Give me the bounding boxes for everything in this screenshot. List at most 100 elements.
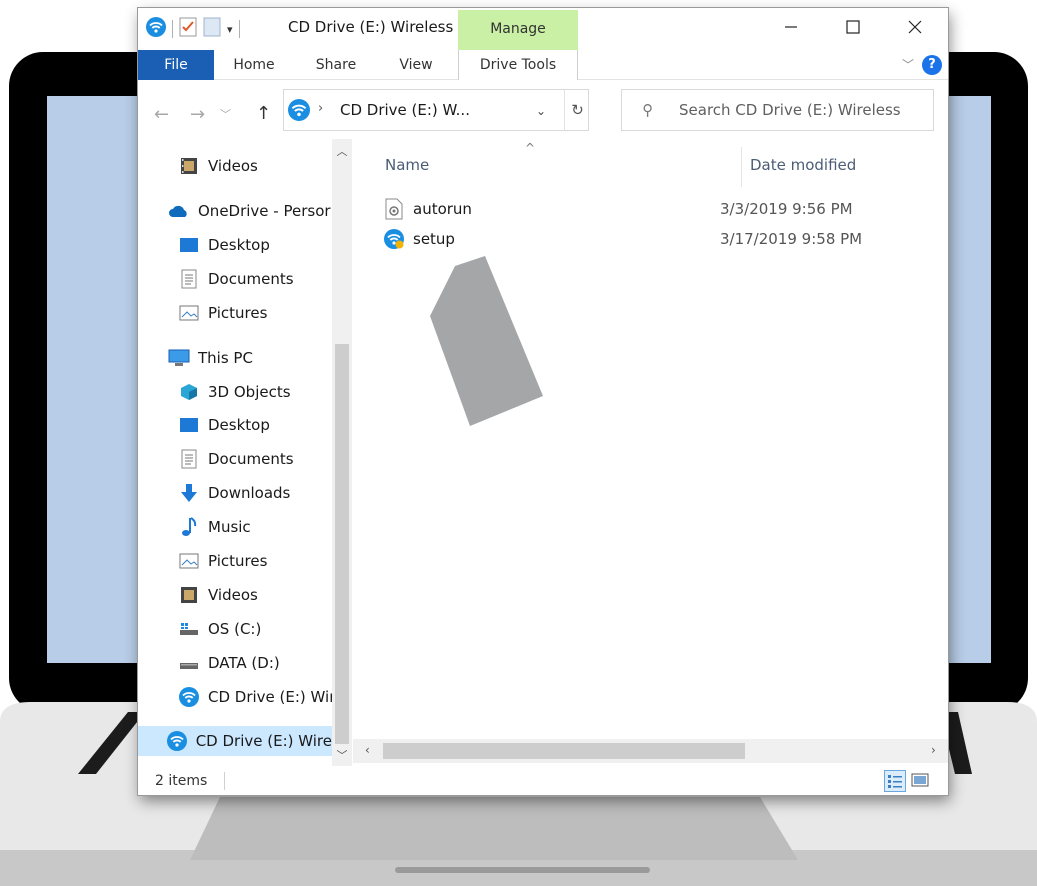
toolbar-divider xyxy=(172,20,173,38)
recent-locations-icon[interactable]: ﹀ xyxy=(220,106,231,122)
nav-item-label: Documents xyxy=(208,450,294,468)
maximize-button[interactable] xyxy=(830,8,876,46)
nav-item-3d-objects[interactable]: 3D Objects xyxy=(178,377,291,407)
nav-item-documents[interactable]: Documents xyxy=(178,444,294,474)
desktop-icon xyxy=(178,415,200,435)
file-name: autorun xyxy=(413,200,472,218)
large-icons-view-button[interactable] xyxy=(910,770,932,792)
nav-item-label: Downloads xyxy=(208,484,291,502)
nav-item-desktop[interactable]: Desktop xyxy=(178,410,270,440)
music-icon xyxy=(178,517,200,537)
refresh-icon[interactable]: ↻ xyxy=(564,90,590,130)
nav-item-onedrive[interactable]: OneDrive - Persor xyxy=(168,196,331,226)
sort-ascending-icon: ^ xyxy=(525,141,536,155)
help-icon[interactable]: ? xyxy=(922,55,942,75)
tab-manage[interactable]: Manage xyxy=(458,10,578,50)
videos-icon xyxy=(178,585,200,605)
close-icon xyxy=(908,20,922,34)
close-button[interactable] xyxy=(892,8,938,46)
nav-item-pictures[interactable]: Pictures xyxy=(178,298,267,328)
column-header-name[interactable]: Name xyxy=(385,156,429,174)
onedrive-icon xyxy=(168,201,190,221)
maximize-icon xyxy=(846,20,860,34)
wireless-cd-icon xyxy=(288,99,310,125)
file-row-autorun[interactable]: autorun 3/3/2019 9:56 PM xyxy=(383,195,943,223)
pictures-icon xyxy=(178,551,200,571)
file-date-modified: 3/3/2019 9:56 PM xyxy=(720,200,853,218)
cursor-pointer-icon xyxy=(430,256,543,426)
pictures-icon xyxy=(178,303,200,323)
scroll-right-icon[interactable]: › xyxy=(931,743,936,757)
nav-item-label: Desktop xyxy=(208,416,270,434)
nav-item-label: Videos xyxy=(208,586,258,604)
breadcrumb-chevron-icon[interactable]: › xyxy=(318,101,323,116)
nav-item-os-c[interactable]: OS (C:) xyxy=(178,614,261,644)
nav-item-cd-drive-e-selected[interactable]: CD Drive (E:) Wire xyxy=(138,726,332,756)
nav-item-label: CD Drive (E:) Wire xyxy=(195,732,332,750)
large-icons-view-icon xyxy=(911,773,929,787)
customize-toolbar-icon[interactable]: ▾ xyxy=(227,23,233,36)
nav-item-pictures[interactable]: Pictures xyxy=(178,546,267,576)
file-date-modified: 3/17/2019 9:58 PM xyxy=(720,230,863,248)
nav-item-label: Music xyxy=(208,518,251,536)
properties-icon[interactable] xyxy=(179,17,197,41)
scrollbar-thumb[interactable] xyxy=(383,743,745,759)
manage-tab-label: Manage xyxy=(490,21,546,37)
back-arrow-icon[interactable]: ← xyxy=(154,104,169,125)
file-name: setup xyxy=(413,230,455,248)
nav-item-downloads[interactable]: Downloads xyxy=(178,478,290,508)
scrollbar-thumb[interactable] xyxy=(335,344,349,744)
file-list-scrollbar[interactable]: ‹ › xyxy=(353,739,948,763)
up-arrow-icon[interactable]: ↑ xyxy=(256,103,271,124)
nav-item-label: OS (C:) xyxy=(208,620,262,638)
explorer-window: ▾ CD Drive (E:) Wireless Manage File Hom… xyxy=(138,8,948,795)
column-divider[interactable] xyxy=(741,147,742,187)
data-drive-icon xyxy=(178,653,200,673)
nav-item-desktop[interactable]: Desktop xyxy=(178,230,270,260)
nav-item-label: DATA (D:) xyxy=(208,654,280,672)
nav-item-cd-drive-e[interactable]: CD Drive (E:) Wir xyxy=(178,682,335,712)
nav-item-label: Desktop xyxy=(208,236,270,254)
file-list: ^ Name Date modified autorun 3/3/2019 9:… xyxy=(353,139,948,739)
toolbar-divider xyxy=(238,20,240,38)
scroll-down-icon[interactable]: ﹀ xyxy=(332,747,352,763)
item-count: 2 items xyxy=(155,773,208,789)
nav-item-label: CD Drive (E:) Wir xyxy=(208,688,336,706)
title-bar: ▾ CD Drive (E:) Wireless Manage xyxy=(138,8,948,50)
autorun-file-icon xyxy=(383,198,405,220)
address-bar[interactable]: › CD Drive (E:) W... ⌄ ↻ xyxy=(283,89,589,131)
tab-view[interactable]: View xyxy=(384,50,448,80)
nav-item-this-pc[interactable]: This PC xyxy=(168,343,253,373)
forward-arrow-icon[interactable]: → xyxy=(190,104,205,125)
nav-item-videos[interactable]: Videos xyxy=(178,151,258,181)
details-view-button[interactable] xyxy=(884,770,906,792)
quick-access-toolbar: ▾ xyxy=(146,16,240,42)
nav-item-videos[interactable]: Videos xyxy=(178,580,258,610)
nav-item-documents[interactable]: Documents xyxy=(178,264,294,294)
os-drive-icon xyxy=(178,619,200,639)
expand-ribbon-icon[interactable]: ﹀ xyxy=(902,56,914,73)
window-title: CD Drive (E:) Wireless xyxy=(288,18,454,36)
3d-objects-icon xyxy=(178,382,200,402)
minimize-button[interactable] xyxy=(768,8,814,46)
minimize-icon xyxy=(785,26,797,28)
nav-pane-scrollbar[interactable]: ︿ ﹀ xyxy=(332,139,352,766)
address-path: CD Drive (E:) W... xyxy=(340,101,470,119)
scroll-left-icon[interactable]: ‹ xyxy=(365,743,370,757)
status-bar: 2 items xyxy=(138,766,948,795)
tab-home[interactable]: Home xyxy=(222,50,286,80)
column-header-date-modified[interactable]: Date modified xyxy=(750,156,856,174)
file-row-setup[interactable]: setup 3/17/2019 9:58 PM xyxy=(383,225,943,253)
tab-drive-tools[interactable]: Drive Tools xyxy=(458,50,578,80)
nav-item-music[interactable]: Music xyxy=(178,512,251,542)
scroll-up-icon[interactable]: ︿ xyxy=(332,143,352,159)
nav-item-label: OneDrive - Persor xyxy=(198,202,331,220)
nav-item-data-d[interactable]: DATA (D:) xyxy=(178,648,280,678)
videos-icon xyxy=(178,156,200,176)
address-dropdown-icon[interactable]: ⌄ xyxy=(536,104,546,118)
search-icon: ⚲ xyxy=(642,101,653,119)
search-box[interactable]: ⚲ Search CD Drive (E:) Wireless xyxy=(621,89,934,131)
tab-file[interactable]: File xyxy=(138,50,214,80)
tab-share[interactable]: Share xyxy=(304,50,368,80)
new-folder-icon[interactable] xyxy=(203,17,221,41)
